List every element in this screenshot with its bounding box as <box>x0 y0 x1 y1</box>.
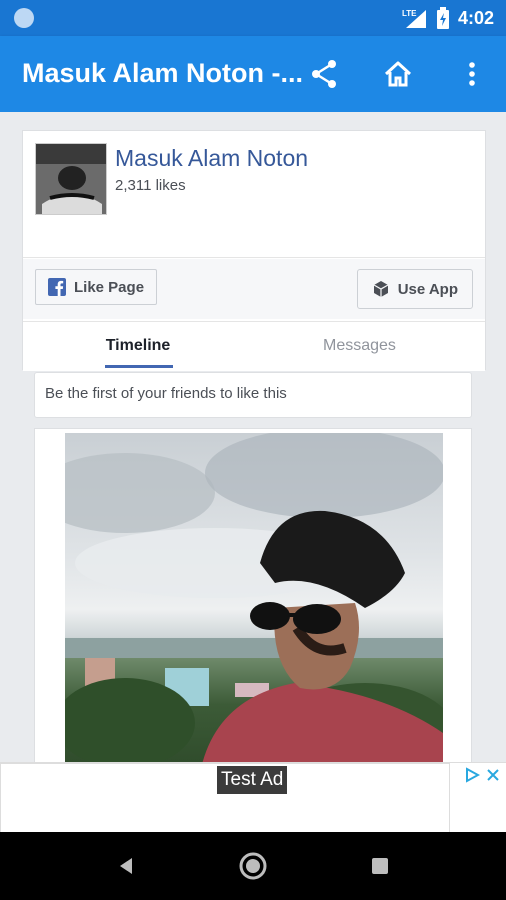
action-button-row: Like Page Use App <box>23 259 485 319</box>
profile-picture[interactable] <box>35 143 107 215</box>
ad-label: Test Ad <box>217 766 288 794</box>
status-time: 4:02 <box>457 7 494 28</box>
page-tabs: Timeline Messages <box>23 321 485 371</box>
back-icon <box>120 858 132 874</box>
more-options-button[interactable] <box>452 54 492 94</box>
app-bar: Masuk Alam Noton -... <box>0 36 506 112</box>
friends-notice: Be the first of your friends to like thi… <box>34 372 472 418</box>
page-likes-count: 2,311 likes <box>115 177 186 194</box>
close-icon[interactable] <box>486 768 500 782</box>
share-button[interactable] <box>304 54 344 94</box>
lte-signal-icon: LTE <box>402 9 426 28</box>
ad-content[interactable]: Test Ad <box>0 763 450 833</box>
share-icon <box>312 60 336 88</box>
post-photo-image <box>65 433 443 762</box>
use-app-button[interactable]: Use App <box>356 269 473 309</box>
page-name[interactable]: Masuk Alam Noton <box>115 145 308 172</box>
status-icons: LTE 4:02 <box>402 4 494 32</box>
home-icon <box>384 61 412 87</box>
app-title: Masuk Alam Noton -... <box>22 58 304 88</box>
nav-home-button[interactable] <box>233 846 273 886</box>
cube-icon <box>373 281 389 297</box>
like-page-label: Like Page <box>74 278 145 296</box>
profile-photo-image <box>36 144 106 214</box>
more-vert-icon <box>469 62 475 86</box>
webview-content[interactable]: Masuk Alam Noton 2,311 likes Like Page U… <box>0 112 506 762</box>
nav-recents-button[interactable] <box>360 846 400 886</box>
system-nav-bar <box>0 832 506 900</box>
notification-dot-icon <box>14 8 34 28</box>
tab-timeline[interactable]: Timeline <box>105 337 171 355</box>
adchoices-icon[interactable] <box>464 767 480 783</box>
battery-icon <box>436 7 449 29</box>
svg-text:LTE: LTE <box>402 9 417 18</box>
nav-back-button[interactable] <box>106 846 146 886</box>
page-header-card: Masuk Alam Noton 2,311 likes Like Page U… <box>22 130 486 371</box>
facebook-icon <box>48 278 66 296</box>
recents-icon <box>372 858 388 874</box>
like-page-button[interactable]: Like Page <box>35 269 158 305</box>
home-button[interactable] <box>378 54 418 94</box>
ad-banner[interactable]: Test Ad <box>0 762 506 833</box>
divider <box>23 257 485 258</box>
status-bar: LTE 4:02 <box>0 0 506 36</box>
use-app-label: Use App <box>397 280 458 298</box>
active-tab-indicator <box>105 365 173 368</box>
post-card <box>34 428 472 762</box>
home-circle-icon <box>239 852 267 880</box>
post-photo[interactable] <box>65 433 443 762</box>
tab-messages[interactable]: Messages <box>323 337 396 355</box>
